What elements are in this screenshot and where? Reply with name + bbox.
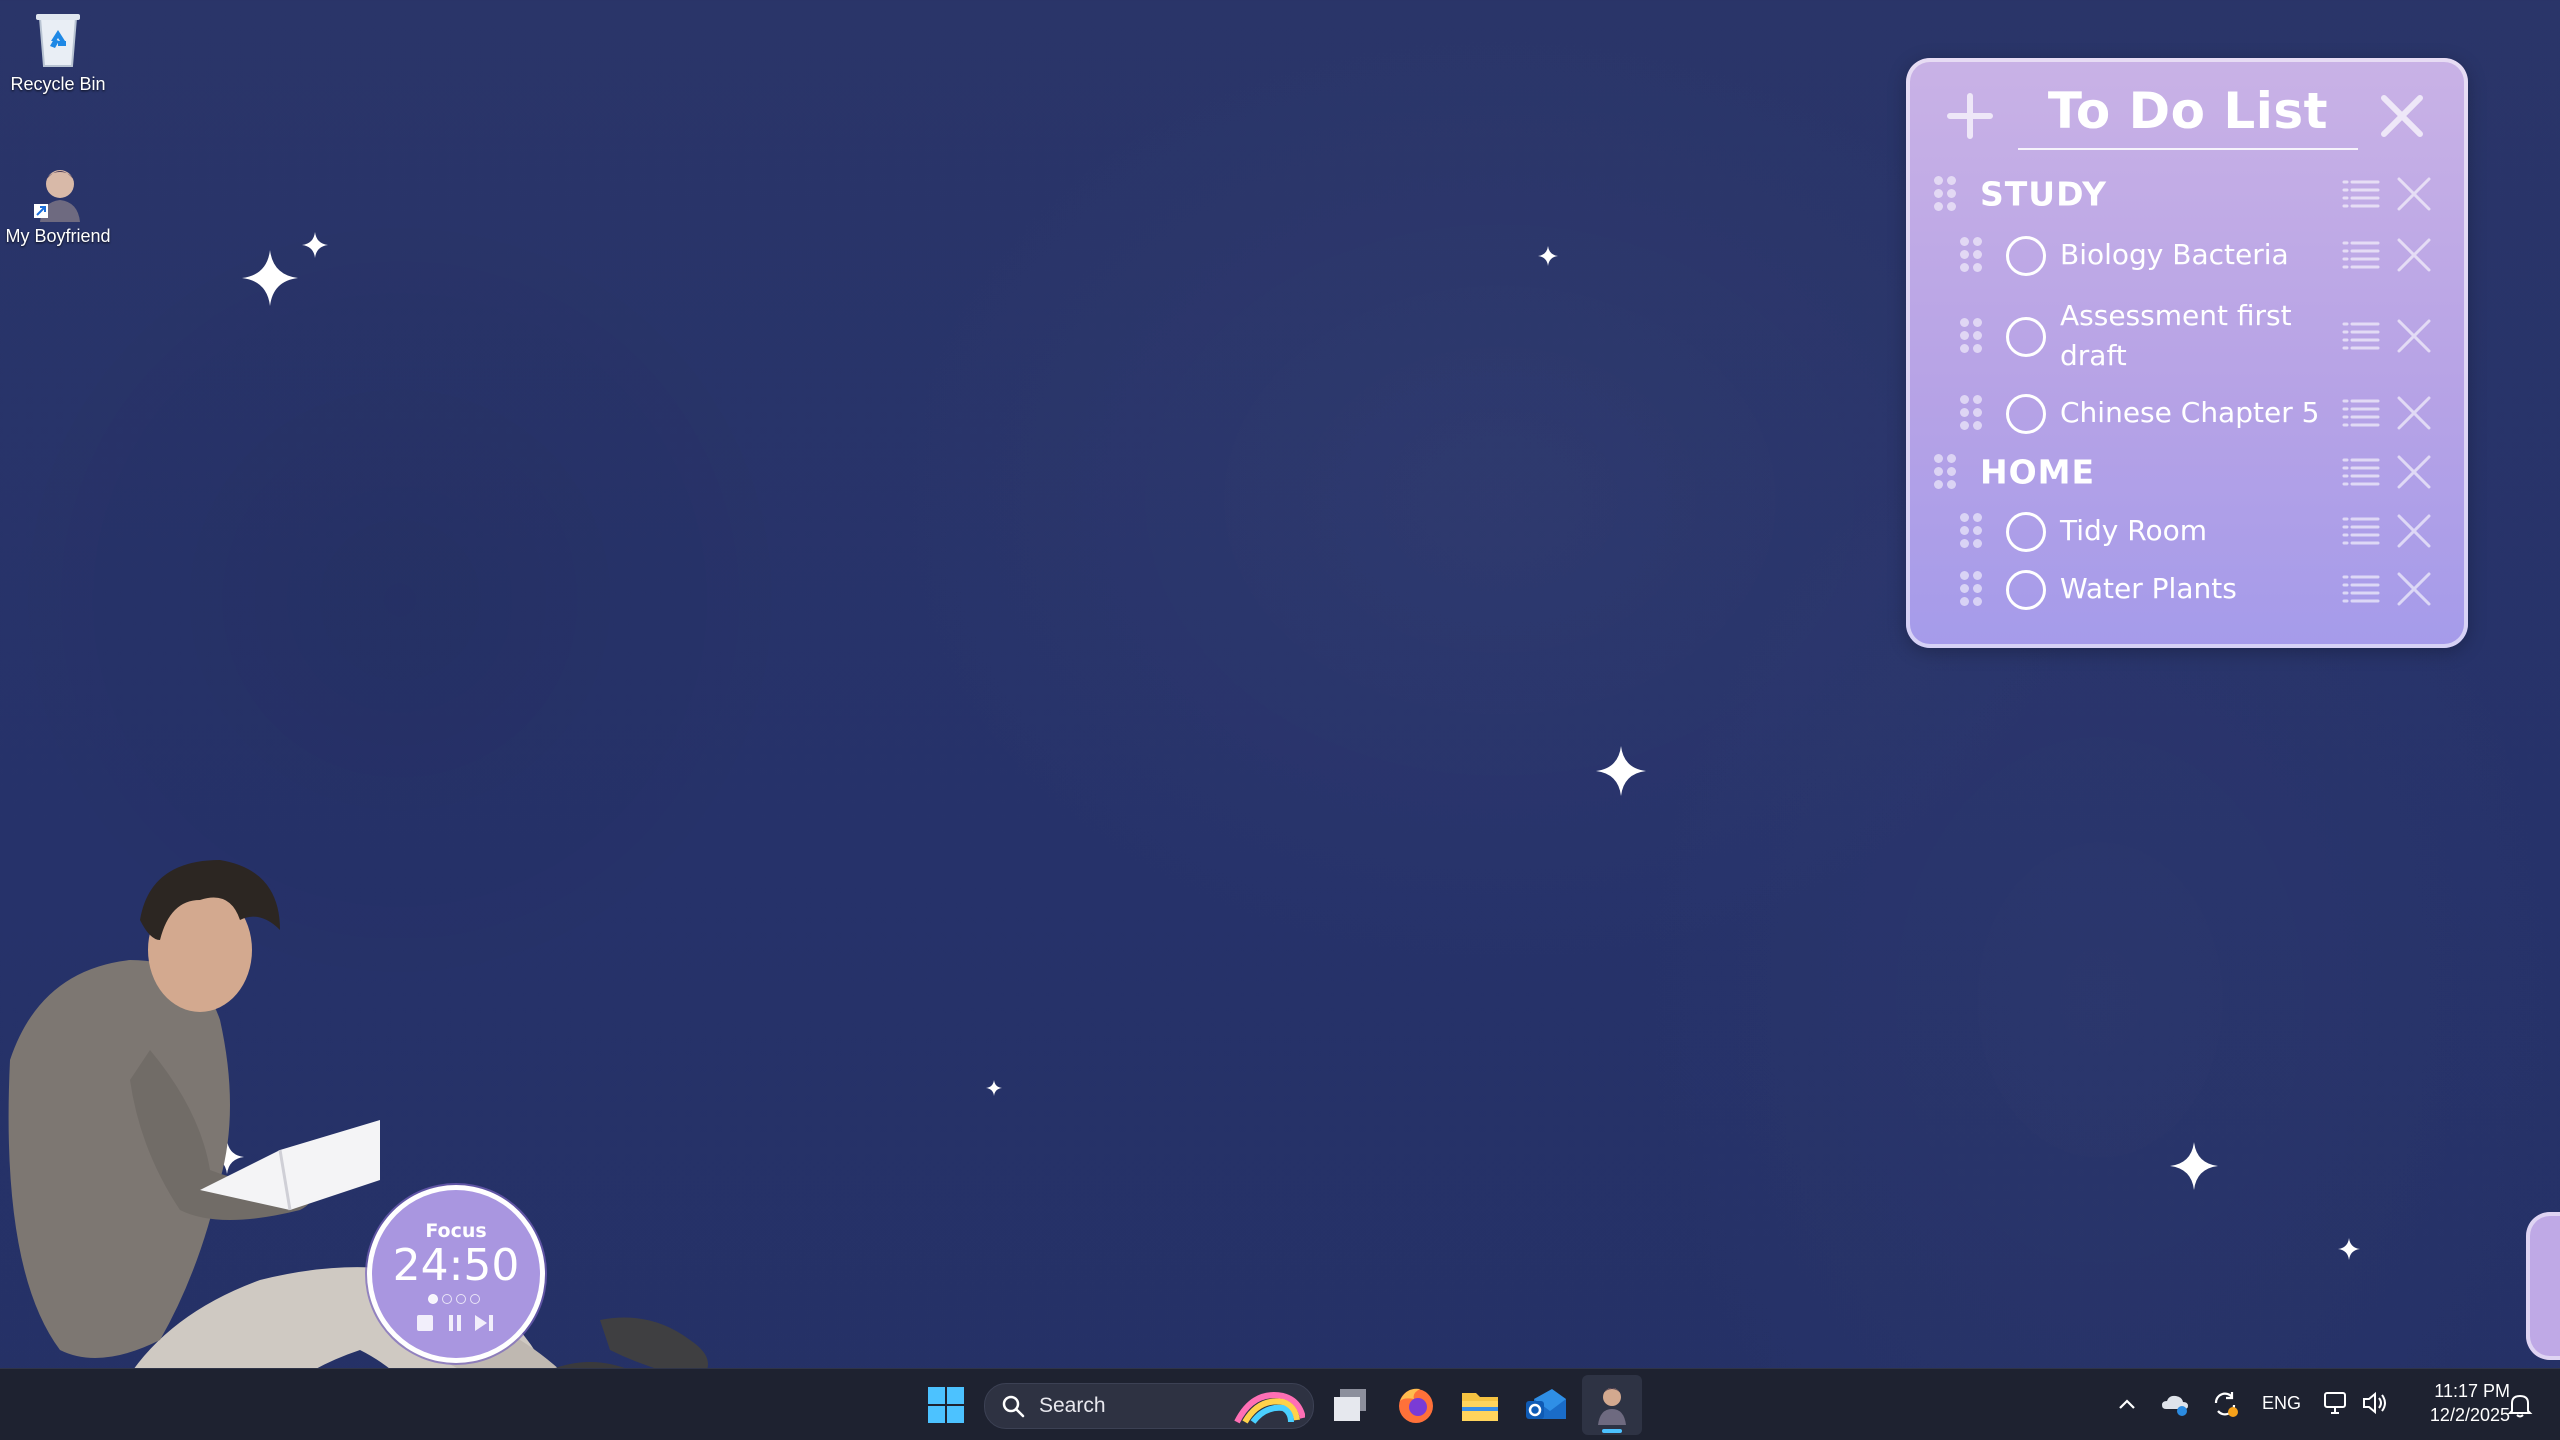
- delete-icon[interactable]: [2396, 318, 2432, 354]
- menu-icon[interactable]: [2342, 179, 2380, 209]
- session-progress-dots: [428, 1294, 488, 1306]
- todo-item-label: Assessment first draft: [2060, 299, 2292, 372]
- desktop-icon-label: My Boyfriend: [5, 226, 111, 246]
- clock-date: 12/2/2025: [2429, 1405, 2510, 1425]
- delete-icon[interactable]: [2396, 454, 2432, 490]
- menu-icon[interactable]: [2342, 574, 2380, 604]
- taskbar: Search ENG 11:17 PM 12/2/2025: [0, 1368, 2560, 1440]
- drag-handle-icon[interactable]: [1960, 318, 1984, 354]
- close-icon[interactable]: [2378, 92, 2426, 140]
- drag-handle-icon[interactable]: [1934, 176, 1958, 212]
- sync-icon[interactable]: [2210, 1389, 2240, 1419]
- sparkle-icon: [1596, 746, 1646, 796]
- network-icon[interactable]: [2322, 1389, 2350, 1417]
- file-explorer-icon[interactable]: [1456, 1381, 1504, 1429]
- todo-title: To Do List: [2018, 82, 2358, 150]
- drag-handle-icon[interactable]: [1960, 513, 1984, 549]
- language-indicator[interactable]: ENG: [2262, 1393, 2301, 1414]
- todo-item[interactable]: Chinese Chapter 5: [1906, 388, 2468, 438]
- todo-item-label: Water Plants: [2060, 572, 2237, 605]
- side-widget-edge[interactable]: [2526, 1212, 2560, 1360]
- onedrive-icon[interactable]: [2160, 1391, 2190, 1417]
- plus-icon[interactable]: [1946, 92, 1994, 140]
- drag-handle-icon[interactable]: [1960, 237, 1984, 273]
- notification-icon[interactable]: [2506, 1391, 2534, 1419]
- category-row-home[interactable]: HOME: [1906, 448, 2468, 496]
- menu-icon[interactable]: [2342, 321, 2380, 351]
- todo-item-label: Chinese Chapter 5: [2060, 396, 2320, 429]
- todo-item[interactable]: Biology Bacteria: [1906, 230, 2468, 280]
- todo-item-label: Tidy Room: [2060, 514, 2207, 547]
- todo-item[interactable]: Assessment first draft: [1906, 288, 2468, 384]
- stop-icon[interactable]: [416, 1314, 434, 1332]
- focus-time: 24:50: [392, 1240, 520, 1291]
- search-label: Search: [1039, 1394, 1106, 1417]
- desktop-icon-my-boyfriend[interactable]: My Boyfriend: [0, 158, 118, 247]
- active-indicator: [1602, 1429, 1622, 1433]
- character-app-button[interactable]: [1582, 1375, 1642, 1435]
- menu-icon[interactable]: [2342, 457, 2380, 487]
- sparkle-icon: [302, 232, 328, 258]
- clock-time: 11:17 PM: [2434, 1381, 2510, 1401]
- drag-handle-icon[interactable]: [1960, 571, 1984, 607]
- drag-handle-icon[interactable]: [1960, 395, 1984, 431]
- start-icon[interactable]: [922, 1381, 970, 1429]
- desktop-icon-label: Recycle Bin: [10, 74, 106, 94]
- category-row-study[interactable]: STUDY: [1906, 170, 2468, 218]
- delete-icon[interactable]: [2396, 176, 2432, 212]
- outlook-icon[interactable]: [1522, 1381, 1570, 1429]
- sparkle-icon: [2338, 1238, 2360, 1260]
- category-label: HOME: [1980, 452, 2096, 492]
- focus-timer-widget[interactable]: Focus 24:50: [372, 1190, 540, 1358]
- character-app-icon: [1598, 1388, 1626, 1425]
- todo-header: To Do List: [1906, 58, 2468, 158]
- search-icon: [1002, 1395, 1025, 1418]
- delete-icon[interactable]: [2396, 395, 2432, 431]
- focus-label: Focus: [425, 1220, 487, 1242]
- desktop-icon-recycle-bin[interactable]: Recycle Bin: [0, 6, 118, 95]
- todo-item[interactable]: Water Plants: [1906, 564, 2468, 614]
- character-shortcut-icon: [26, 158, 90, 222]
- delete-icon[interactable]: [2396, 513, 2432, 549]
- menu-icon[interactable]: [2342, 398, 2380, 428]
- todo-item-label: Biology Bacteria: [2060, 238, 2289, 271]
- drag-handle-icon[interactable]: [1934, 454, 1958, 490]
- menu-icon[interactable]: [2342, 516, 2380, 546]
- taskbar-search-box[interactable]: Search: [984, 1383, 1314, 1429]
- menu-icon[interactable]: [2342, 240, 2380, 270]
- taskbar-clock[interactable]: 11:17 PM 12/2/2025: [2400, 1379, 2510, 1427]
- delete-icon[interactable]: [2396, 237, 2432, 273]
- chevron-up-icon[interactable]: [2116, 1393, 2138, 1415]
- todo-checkbox[interactable]: [2006, 570, 2046, 610]
- firefox-icon[interactable]: [1392, 1381, 1440, 1429]
- sparkle-icon: [242, 250, 298, 306]
- task-view-icon[interactable]: [1326, 1381, 1374, 1429]
- todo-checkbox[interactable]: [2006, 394, 2046, 434]
- search-highlight-icon: [1234, 1392, 1305, 1424]
- volume-icon[interactable]: [2360, 1389, 2388, 1417]
- skip-icon[interactable]: [474, 1314, 494, 1332]
- todo-widget: To Do List STUDY Biology Bacteria Assess…: [1906, 58, 2468, 648]
- delete-icon[interactable]: [2396, 571, 2432, 607]
- todo-checkbox[interactable]: [2006, 236, 2046, 276]
- recycle-bin-icon: [26, 6, 90, 70]
- sparkle-icon: [1538, 246, 1558, 266]
- category-label: STUDY: [1980, 174, 2107, 214]
- todo-item[interactable]: Tidy Room: [1906, 506, 2468, 556]
- pause-icon[interactable]: [446, 1314, 464, 1332]
- todo-checkbox[interactable]: [2006, 317, 2046, 357]
- sparkle-icon: [986, 1080, 1002, 1096]
- sparkle-icon: [2170, 1142, 2218, 1190]
- todo-checkbox[interactable]: [2006, 512, 2046, 552]
